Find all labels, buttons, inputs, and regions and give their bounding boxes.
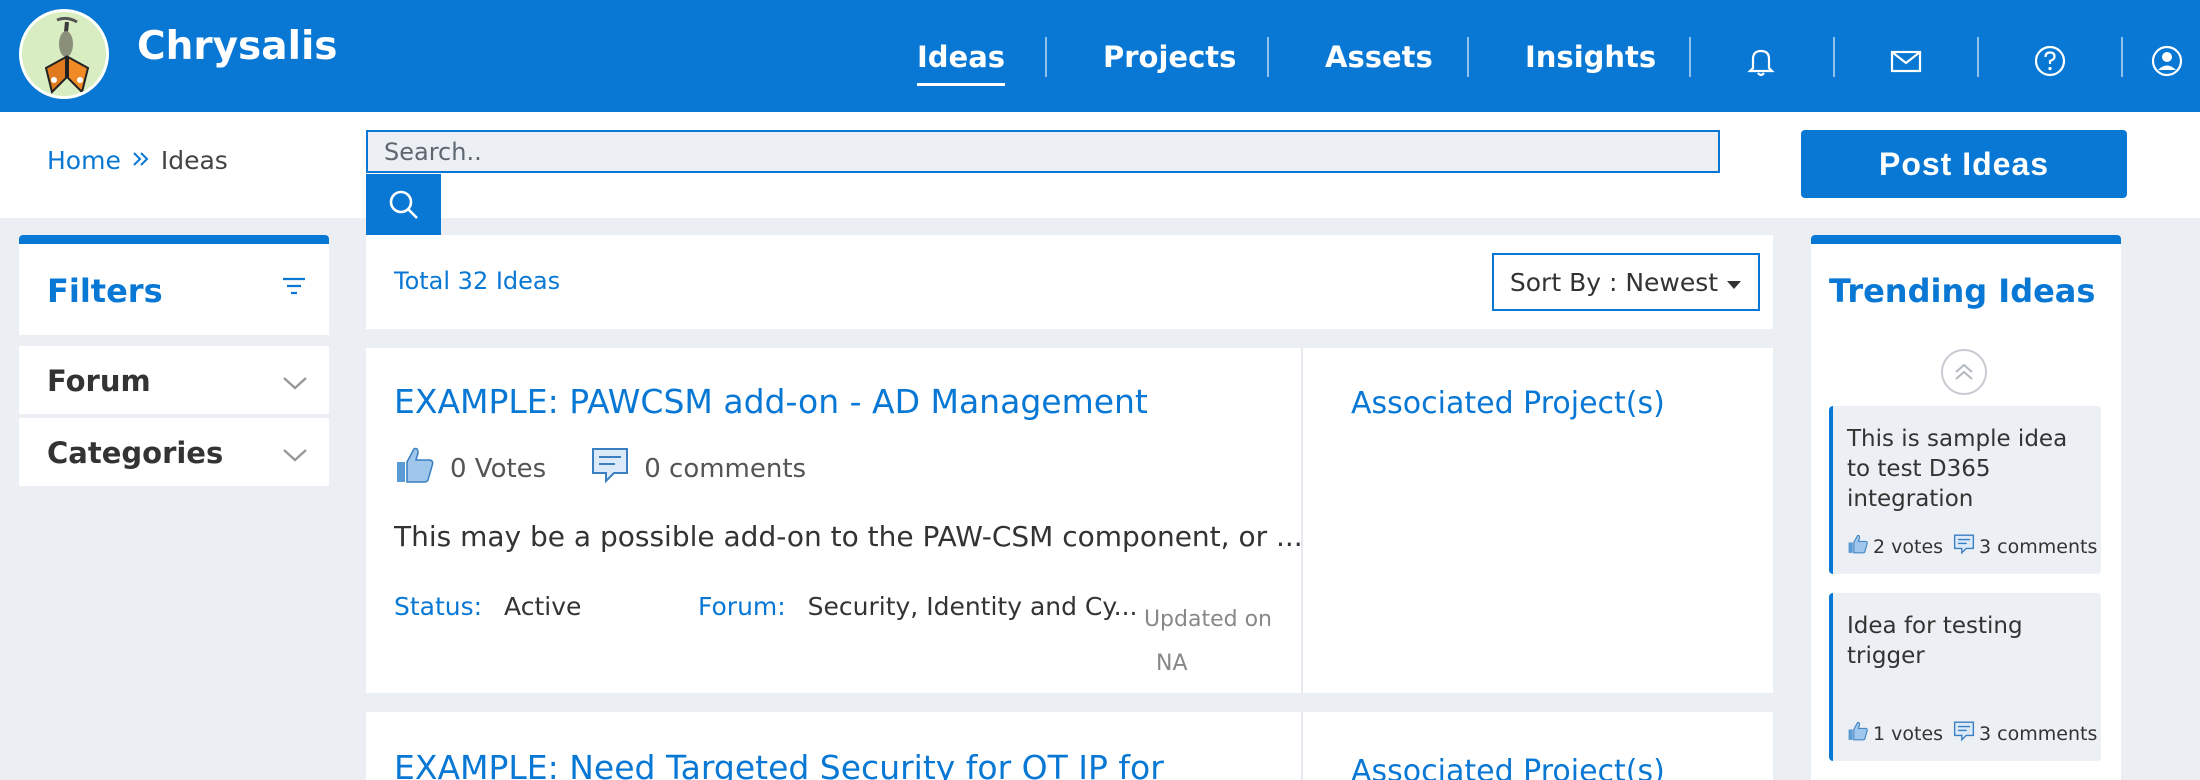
- list-header: Total 32 Ideas Sort By : Newest: [366, 235, 1773, 329]
- thumbs-up-icon: [1847, 533, 1869, 560]
- user-icon[interactable]: [2150, 44, 2184, 78]
- chevron-down-icon: [281, 374, 309, 396]
- comment-count: 0 comments: [644, 453, 807, 484]
- idea-main: EXAMPLE: Need Targeted Security for OT I…: [366, 712, 1303, 780]
- trending-item-meta: 1 votes 3 comments: [1847, 720, 2097, 747]
- associated-projects-label: Associated Project(s): [1351, 386, 1665, 421]
- vote-count: 0 Votes: [450, 453, 547, 484]
- idea-card: EXAMPLE: Need Targeted Security for OT I…: [366, 712, 1773, 780]
- sort-dropdown[interactable]: Sort By : Newest: [1492, 253, 1760, 311]
- nav-ideas[interactable]: Ideas: [917, 40, 1006, 86]
- comment-icon: [1953, 533, 1975, 560]
- filter-forum[interactable]: Forum: [19, 346, 329, 414]
- search-button[interactable]: [366, 174, 441, 236]
- caret-down-icon: [1726, 268, 1742, 297]
- idea-title[interactable]: EXAMPLE: PAWCSM add-on - AD Management: [394, 382, 1148, 421]
- nav-projects[interactable]: Projects: [1103, 40, 1236, 74]
- idea-title[interactable]: EXAMPLE: Need Targeted Security for OT I…: [394, 748, 1164, 780]
- mail-icon[interactable]: [1889, 44, 1923, 78]
- search-icon: [389, 190, 418, 219]
- app-name: Chrysalis: [137, 24, 338, 69]
- trending-ideas-panel: Trending Ideas This is sample idea to te…: [1811, 235, 2121, 780]
- status-value: Active: [504, 592, 582, 621]
- forum-label: Forum:: [698, 592, 786, 621]
- idea-description: This may be a possible add-on to the PAW…: [394, 520, 1303, 553]
- nav-divider: [1689, 37, 1691, 77]
- nav-insights[interactable]: Insights: [1525, 40, 1656, 74]
- double-chevron-up-icon[interactable]: [1941, 349, 1987, 395]
- post-ideas-button[interactable]: Post Ideas: [1801, 130, 2127, 198]
- bell-icon[interactable]: [1744, 44, 1778, 78]
- updated-on: Updated on NA: [1132, 598, 1272, 686]
- filters-panel: Filters: [19, 235, 329, 335]
- trending-votes: 2 votes: [1873, 535, 1944, 558]
- nav-divider: [1977, 37, 1979, 77]
- filter-icon[interactable]: [281, 276, 307, 302]
- trending-votes: 1 votes: [1873, 722, 1944, 745]
- nav-divider: [1267, 37, 1269, 77]
- breadcrumb: Home Ideas: [47, 146, 228, 175]
- trending-title: Trending Ideas: [1829, 272, 2096, 310]
- trending-item[interactable]: Idea for testing trigger 1 votes 3 comme…: [1829, 593, 2101, 761]
- nav-assets[interactable]: Assets: [1325, 40, 1433, 74]
- updated-label: Updated on: [1143, 607, 1272, 632]
- idea-forum: Forum: Security, Identity and Cy...: [698, 592, 1137, 621]
- trending-item-meta: 2 votes 3 comments: [1847, 533, 2097, 560]
- filter-categories[interactable]: Categories: [19, 418, 329, 486]
- total-ideas-count: Total 32 Ideas: [394, 267, 561, 295]
- filter-forum-label: Forum: [47, 364, 151, 398]
- comment-icon[interactable]: [590, 445, 630, 492]
- idea-main: EXAMPLE: PAWCSM add-on - AD Management 0…: [366, 348, 1303, 693]
- associated-projects-label: Associated Project(s): [1351, 754, 1665, 780]
- idea-card: EXAMPLE: PAWCSM add-on - AD Management 0…: [366, 348, 1773, 693]
- nav-divider: [1467, 37, 1469, 77]
- nav-divider: [1833, 37, 1835, 77]
- forum-value: Security, Identity and Cy...: [807, 592, 1138, 621]
- thumbs-up-icon[interactable]: [394, 444, 436, 493]
- comment-icon: [1953, 720, 1975, 747]
- filters-title: Filters: [47, 272, 163, 310]
- help-icon[interactable]: [2033, 44, 2067, 78]
- thumbs-up-icon: [1847, 720, 1869, 747]
- nav-divider: [1045, 37, 1047, 77]
- trending-comments: 3 comments: [1979, 535, 2098, 558]
- filter-categories-label: Categories: [47, 436, 224, 470]
- idea-meta: 0 Votes 0 comments: [394, 444, 806, 493]
- idea-status: Status: Active: [394, 592, 581, 621]
- status-label: Status:: [394, 592, 483, 621]
- sort-label: Sort By : Newest: [1509, 267, 1719, 297]
- trending-comments: 3 comments: [1979, 722, 2098, 745]
- double-chevron-right-icon: [131, 146, 151, 175]
- breadcrumb-current: Ideas: [160, 146, 228, 175]
- search-input[interactable]: [366, 130, 1720, 173]
- trending-item[interactable]: This is sample idea to test D365 integra…: [1829, 406, 2101, 574]
- chevron-down-icon: [281, 446, 309, 468]
- app-logo[interactable]: [19, 9, 109, 99]
- trending-item-text: Idea for testing trigger: [1847, 613, 2023, 669]
- top-navbar: Chrysalis Ideas Projects Assets Insights: [0, 0, 2200, 112]
- breadcrumb-home[interactable]: Home: [47, 146, 121, 175]
- trending-item-text: This is sample idea to test D365 integra…: [1847, 426, 2068, 512]
- nav-divider: [2121, 37, 2123, 77]
- updated-value: NA: [1156, 651, 1188, 676]
